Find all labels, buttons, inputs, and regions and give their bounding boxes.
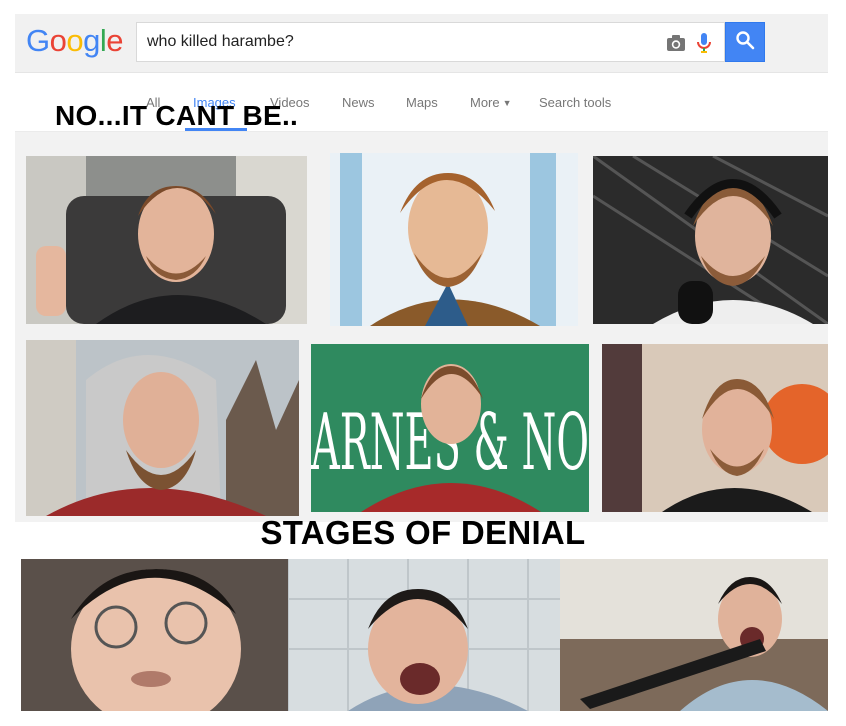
- tab-search-tools[interactable]: Search tools: [539, 95, 611, 110]
- logo-letter: g: [83, 23, 100, 58]
- image-result-6[interactable]: [602, 344, 828, 512]
- image-result-4[interactable]: [26, 340, 299, 516]
- image-result-2[interactable]: [330, 153, 578, 326]
- image-result-3[interactable]: [593, 156, 828, 324]
- logo-letter: e: [106, 23, 124, 58]
- magnifier-icon: [735, 30, 755, 55]
- meme-caption-middle: STAGES OF DENIAL: [260, 514, 586, 551]
- logo-letter: G: [26, 23, 50, 58]
- search-query-text: who killed harambe?: [147, 33, 294, 50]
- image-result-1[interactable]: [26, 156, 307, 324]
- logo-letter: o: [49, 23, 67, 58]
- reaction-image-3: [560, 559, 828, 711]
- microphone-icon[interactable]: [696, 32, 712, 54]
- logo-letter: o: [66, 23, 84, 58]
- tab-more-label: More: [470, 95, 500, 110]
- image-result-5[interactable]: ARNES & NO: [311, 344, 589, 512]
- reaction-image-2: [288, 559, 560, 711]
- tab-news[interactable]: News: [342, 95, 375, 110]
- google-logo[interactable]: Google: [26, 23, 124, 59]
- search-header: Google who killed harambe?: [15, 14, 828, 73]
- reaction-image-1: [21, 559, 288, 711]
- search-button[interactable]: [725, 22, 765, 62]
- tab-more[interactable]: More ▼: [470, 95, 512, 110]
- search-input[interactable]: who killed harambe?: [136, 22, 725, 62]
- tab-maps[interactable]: Maps: [406, 95, 438, 110]
- meme-caption-top: NO...IT CANT BE..: [55, 100, 299, 131]
- camera-icon[interactable]: [666, 34, 686, 52]
- caret-down-icon: ▼: [502, 98, 512, 108]
